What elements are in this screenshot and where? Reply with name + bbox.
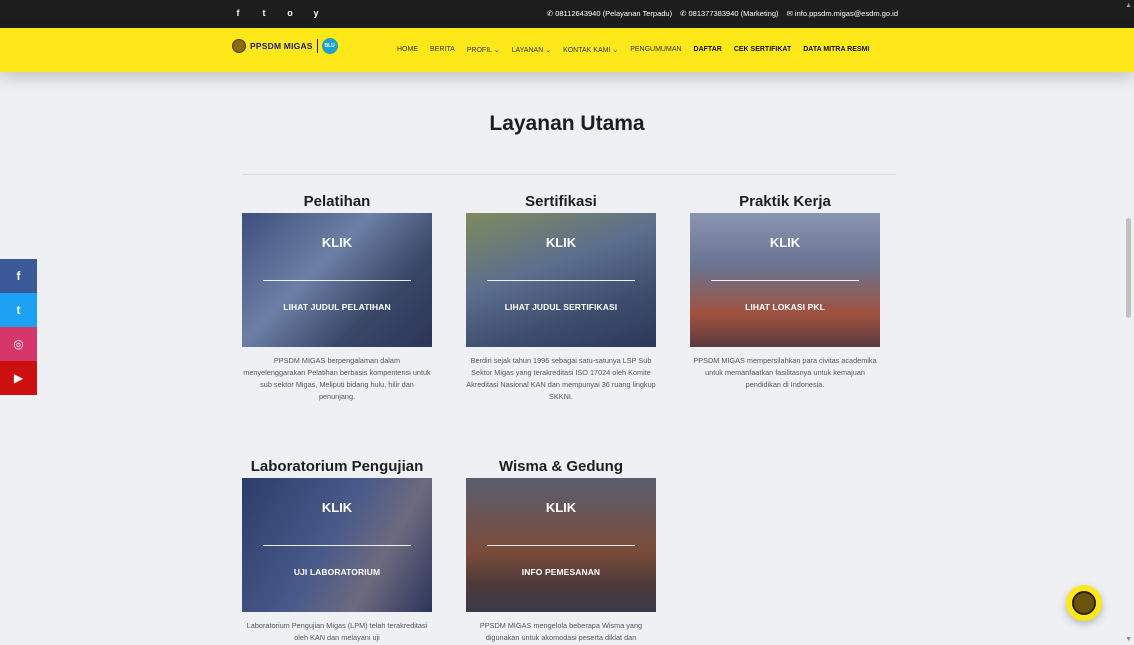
top-social-links: f t o y — [233, 8, 321, 18]
card-title: Wisma & Gedung — [498, 458, 624, 475]
card-description: Berdiri sejak tahun 1996 sebagai satu-sa… — [466, 356, 656, 401]
card-image-divider — [263, 545, 411, 546]
card-title: Sertifikasi — [525, 193, 597, 210]
service-card-praktik-kerja: Praktik Kerja KLIK LIHAT LOKASI PKL PPSD… — [690, 191, 880, 391]
card-description: Laboratorium Pengujian Migas (LPM) telah… — [246, 621, 428, 642]
youtube-icon[interactable]: y — [311, 8, 321, 18]
card-action-label[interactable]: INFO PEMESANAN — [466, 567, 656, 577]
phone-service-link[interactable]: ✆ 08112643940 (Pelayanan Terpadu) — [547, 9, 672, 18]
card-image-divider — [487, 545, 635, 546]
card-title: Pelatihan — [303, 193, 371, 210]
main-navbar: PPSDM MIGAS BLU HOME BERITA PROFIL ⌄ LAY… — [0, 28, 1134, 72]
page-scrollbar-thumb[interactable] — [1126, 218, 1131, 318]
card-image-link[interactable]: KLIK LIHAT JUDUL PELATIHAN — [242, 213, 432, 347]
contact-info: ✆ 08112643940 (Pelayanan Terpadu) ✆ 0813… — [547, 9, 898, 18]
esdm-emblem-icon — [232, 39, 246, 53]
nav-cek-sertifikat[interactable]: CEK SERTIFIKAT — [734, 46, 791, 54]
twitter-icon[interactable]: t — [259, 8, 269, 18]
card-title: Praktik Kerja — [739, 193, 831, 210]
nav-home[interactable]: HOME — [397, 46, 418, 54]
service-card-laboratorium: Laboratorium Pengujian KLIK UJI LABORATO… — [242, 456, 432, 644]
card-klik-label: KLIK — [545, 500, 577, 515]
card-image-link[interactable]: KLIK UJI LABORATORIUM — [242, 478, 432, 612]
card-description: PPSDM MIGAS mempersilahkan para civitas … — [693, 356, 877, 389]
nav-berita[interactable]: BERITA — [430, 46, 455, 54]
card-image-divider — [263, 280, 411, 281]
site-logo[interactable]: PPSDM MIGAS BLU — [232, 38, 338, 54]
card-action-label[interactable]: UJI LABORATORIUM — [242, 567, 432, 577]
chat-emblem-button[interactable] — [1066, 585, 1102, 621]
card-title: Laboratorium Pengujian — [250, 458, 424, 475]
instagram-share-icon[interactable]: ◎ — [0, 327, 37, 361]
card-description: PPSDM MIGAS berpengalaman dalam menyelen… — [243, 356, 431, 401]
email-link[interactable]: ✉ info.ppsdm.migas@esdm.go.id — [787, 9, 898, 18]
youtube-share-icon[interactable]: ▶ — [0, 361, 37, 395]
card-image-divider — [711, 280, 859, 281]
service-card-sertifikasi: Sertifikasi KLIK LIHAT JUDUL SERTIFIKASI… — [466, 191, 656, 403]
top-bar: f t o y ✆ 08112643940 (Pelayanan Terpadu… — [0, 0, 1134, 28]
card-action-label[interactable]: LIHAT LOKASI PKL — [690, 302, 880, 312]
scroll-down-arrow-icon[interactable]: ▼ — [1125, 636, 1132, 643]
floating-social-bar: f t ◎ ▶ — [0, 259, 37, 395]
facebook-icon[interactable]: f — [233, 8, 243, 18]
twitter-share-icon[interactable]: t — [0, 293, 37, 327]
card-klik-label: KLIK — [321, 500, 353, 515]
nav-menu: HOME BERITA PROFIL ⌄ LAYANAN ⌄ KONTAK KA… — [397, 46, 869, 54]
esdm-emblem-icon — [1072, 591, 1096, 615]
instagram-icon[interactable]: o — [285, 8, 295, 18]
nav-pengumuman[interactable]: PENGUMUMAN — [630, 46, 681, 54]
card-description: PPSDM MIGAS mengelola beberapa Wisma yan… — [479, 621, 643, 642]
section-heading: Layanan Utama — [489, 112, 645, 135]
card-image-link[interactable]: KLIK LIHAT JUDUL SERTIFIKASI — [466, 213, 656, 347]
facebook-share-icon[interactable]: f — [0, 259, 37, 293]
phone-marketing-link[interactable]: ✆ 081377383940 (Marketing) — [680, 9, 778, 18]
logo-divider — [316, 39, 318, 53]
nav-layanan[interactable]: LAYANAN ⌄ — [512, 46, 551, 54]
logo-brand-text: PPSDM MIGAS — [250, 41, 313, 51]
card-action-label[interactable]: LIHAT JUDUL SERTIFIKASI — [466, 302, 656, 312]
nav-kontak-kami[interactable]: KONTAK KAMI ⌄ — [563, 46, 618, 54]
card-image-link[interactable]: KLIK INFO PEMESANAN — [466, 478, 656, 612]
section-divider — [242, 174, 896, 175]
card-image-divider — [487, 280, 635, 281]
card-action-label[interactable]: LIHAT JUDUL PELATIHAN — [242, 302, 432, 312]
card-klik-label: KLIK — [769, 235, 801, 250]
nav-daftar[interactable]: DAFTAR — [694, 46, 722, 54]
card-klik-label: KLIK — [545, 235, 577, 250]
service-card-wisma-gedung: Wisma & Gedung KLIK INFO PEMESANAN PPSDM… — [466, 456, 656, 644]
service-card-pelatihan: Pelatihan KLIK LIHAT JUDUL PELATIHAN PPS… — [242, 191, 432, 403]
nav-data-mitra-resmi[interactable]: DATA MITRA RESMI — [803, 46, 869, 54]
card-klik-label: KLIK — [321, 235, 353, 250]
scroll-up-arrow-icon[interactable]: ▲ — [1125, 2, 1132, 9]
card-image-link[interactable]: KLIK LIHAT LOKASI PKL — [690, 213, 880, 347]
nav-profil[interactable]: PROFIL ⌄ — [467, 46, 500, 54]
blu-badge-icon: BLU — [321, 38, 338, 54]
